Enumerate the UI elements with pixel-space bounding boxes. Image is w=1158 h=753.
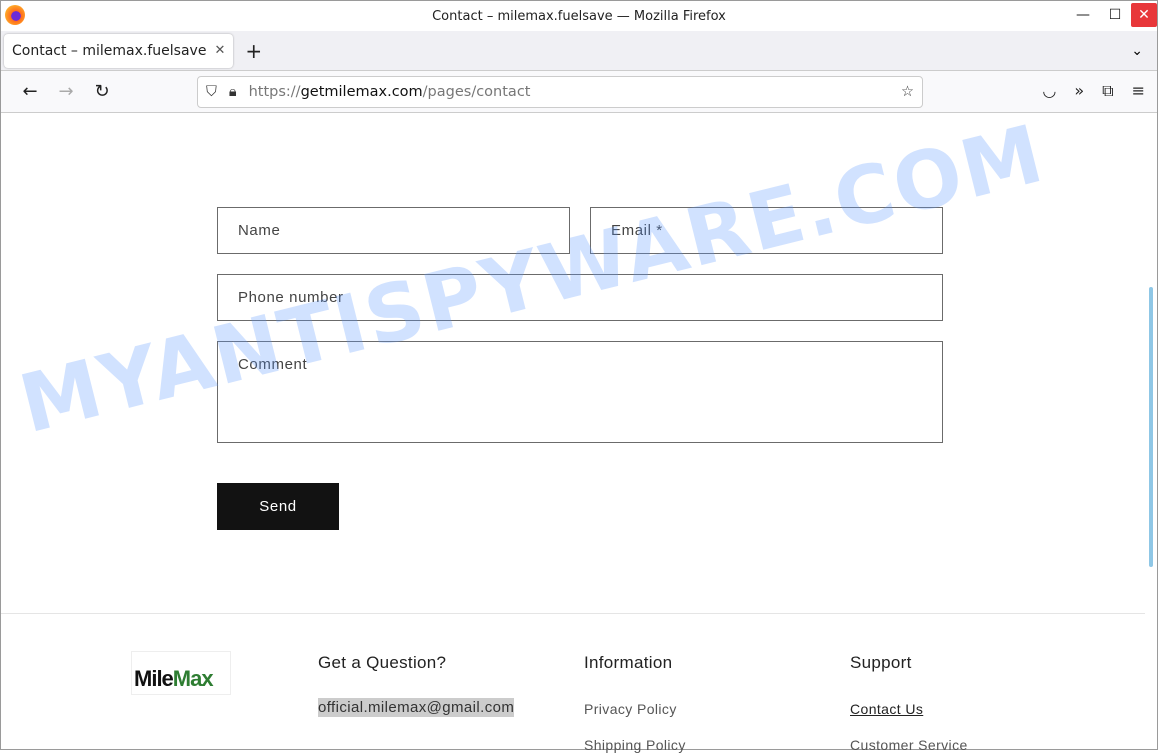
window-titlebar: Contact – milemax.fuelsave — Mozilla Fir… (1, 1, 1157, 31)
url-path: /pages/contact (422, 84, 531, 100)
customer-service-link[interactable]: Customer Service (850, 737, 968, 753)
url-scheme: https:// (248, 84, 301, 100)
comment-textarea[interactable]: Comment (217, 341, 943, 443)
question-heading: Get a Question? (318, 653, 447, 672)
close-window-button[interactable]: ✕ (1131, 3, 1157, 27)
milemax-logo[interactable]: MileMax (131, 651, 231, 695)
url-host: getmilemax.com (300, 84, 423, 100)
contact-us-link[interactable]: Contact Us (850, 701, 923, 717)
reload-button[interactable]: ↻ (87, 81, 117, 102)
window-title: Contact – milemax.fuelsave — Mozilla Fir… (432, 8, 726, 24)
contact-email-link[interactable]: official.milemax@gmail.com (318, 698, 515, 717)
tab-contact[interactable]: Contact – milemax.fuelsave ✕ (4, 33, 234, 68)
logo-text-mile: Mile (134, 666, 174, 691)
menu-icon[interactable]: ≡ (1132, 81, 1145, 101)
forward-button[interactable]: → (51, 81, 81, 102)
maximize-button[interactable]: ☐ (1099, 1, 1131, 29)
privacy-policy-link[interactable]: Privacy Policy (584, 701, 677, 717)
information-heading: Information (584, 653, 673, 672)
tab-bar: Contact – milemax.fuelsave ✕ + ⌄ (1, 31, 1157, 71)
tab-label: Contact – milemax.fuelsave (12, 42, 207, 59)
send-button[interactable]: Send (217, 483, 339, 530)
support-heading: Support (850, 653, 912, 672)
firefox-logo-icon (5, 5, 25, 25)
list-tabs-chevron-icon[interactable]: ⌄ (1131, 43, 1143, 59)
extensions-icon[interactable]: ⧉ (1102, 81, 1113, 101)
email-input[interactable]: Email * (590, 207, 943, 254)
lock-icon[interactable]: 🔒︎ (229, 84, 237, 100)
bookmark-star-icon[interactable]: ☆ (901, 84, 914, 100)
close-tab-icon[interactable]: ✕ (214, 43, 225, 58)
pocket-icon[interactable]: ◡ (1042, 81, 1056, 101)
phone-input[interactable]: Phone number (217, 274, 943, 321)
back-button[interactable]: ← (15, 81, 45, 102)
overflow-chevron-icon[interactable]: » (1074, 81, 1084, 101)
new-tab-button[interactable]: + (245, 39, 262, 63)
logo-text-max: Max (172, 666, 214, 691)
shipping-policy-link[interactable]: Shipping Policy (584, 737, 686, 753)
address-bar[interactable]: ⛉ 🔒︎ https://getmilemax.com/pages/contac… (197, 76, 923, 108)
minimize-button[interactable]: — (1067, 1, 1099, 29)
footer-divider (1, 613, 1145, 614)
name-input[interactable]: Name (217, 207, 570, 254)
shield-icon[interactable]: ⛉ (206, 84, 217, 100)
page-scrollbar[interactable] (1149, 287, 1153, 567)
